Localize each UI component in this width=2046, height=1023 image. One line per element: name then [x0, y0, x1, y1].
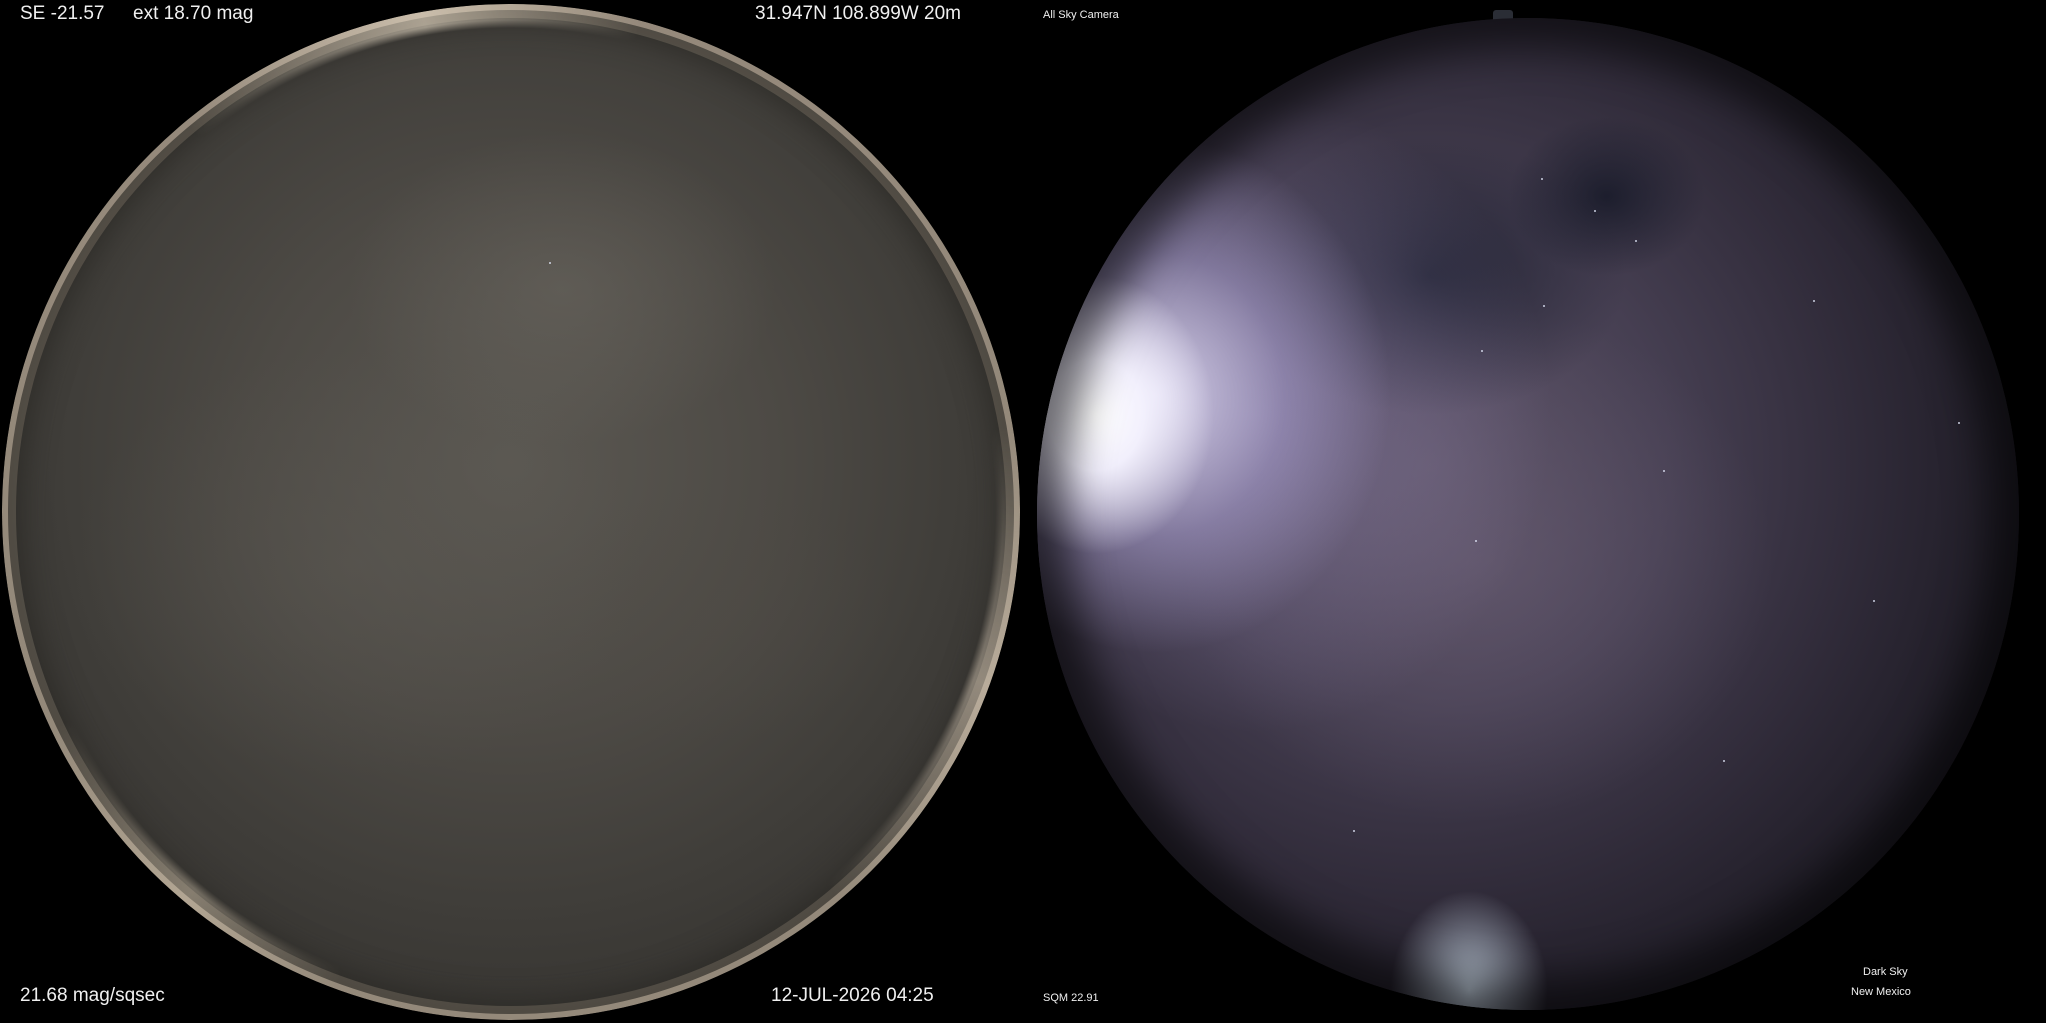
star	[1594, 210, 1596, 212]
star	[1541, 178, 1543, 180]
star	[1481, 350, 1483, 352]
sky-brightness-label: 21.68 mag/sqsec	[20, 985, 165, 1006]
site-name-line1: Dark Sky	[1863, 966, 1908, 978]
sun-elevation-label: SE -21.57	[20, 3, 105, 24]
site-name-line2: New Mexico	[1851, 986, 1911, 998]
sqm-label: SQM 22.91	[1043, 992, 1099, 1004]
timestamp-label: 12-JUL-2026 04:25	[771, 985, 934, 1006]
all-sky-viewer: SE -21.57 ext 18.70 mag 31.947N 108.899W…	[0, 0, 2046, 1023]
star	[1958, 422, 1960, 424]
star	[1723, 760, 1725, 762]
star	[1543, 305, 1545, 307]
left-sky-panel: SE -21.57 ext 18.70 mag 31.947N 108.899W…	[0, 0, 1023, 1023]
left-sky-rim	[2, 4, 1020, 1020]
star	[549, 262, 551, 264]
right-sky-panel: All Sky Camera SQM 22.91 Dark Sky New Me…	[1023, 0, 2046, 1023]
star	[1663, 470, 1665, 472]
extinction-label: ext 18.70 mag	[133, 3, 254, 24]
camera-title: All Sky Camera	[1043, 9, 1119, 21]
star	[1475, 540, 1477, 542]
right-sky-vignette	[1037, 18, 2019, 1010]
star	[1813, 300, 1815, 302]
star	[1353, 830, 1355, 832]
star	[1635, 240, 1637, 242]
coordinates-label: 31.947N 108.899W 20m	[755, 3, 961, 24]
star	[1873, 600, 1875, 602]
